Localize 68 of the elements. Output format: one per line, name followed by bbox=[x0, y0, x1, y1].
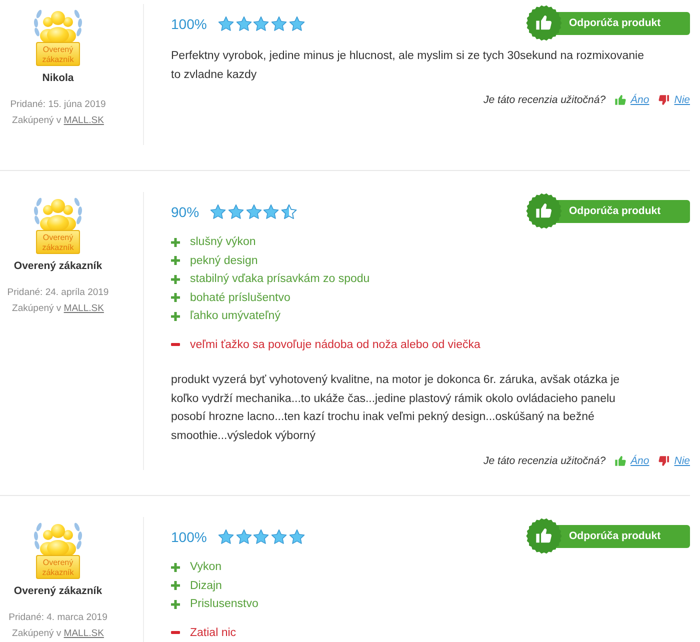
plus-icon bbox=[171, 600, 180, 609]
rating-percent: 100% bbox=[171, 15, 207, 33]
pro-text: pekný design bbox=[190, 254, 258, 267]
rating-percent: 100% bbox=[171, 528, 207, 546]
thumbs-up-icon bbox=[614, 456, 626, 466]
helpful-link[interactable]: Áno bbox=[630, 452, 650, 470]
minus-icon bbox=[171, 631, 180, 634]
star-icon bbox=[271, 529, 288, 545]
date-added: Pridané: 15. júna 2019 bbox=[10, 98, 106, 112]
half-star-icon bbox=[281, 204, 298, 220]
purchase-info: Zakúpený v MALL.SK bbox=[12, 302, 104, 316]
store-link[interactable]: MALL.SK bbox=[64, 114, 104, 126]
pro-text: Dizajn bbox=[190, 580, 222, 592]
plus-icon bbox=[171, 238, 180, 247]
pro-text: stabilný vďaka prísavkám zo spodu bbox=[190, 273, 370, 286]
laurel-people-icon bbox=[32, 196, 84, 230]
thumbs-up-icon bbox=[614, 95, 626, 105]
rating-percent: 90% bbox=[171, 203, 200, 221]
purchase-info: Zakúpený v MALL.SK bbox=[12, 114, 104, 128]
star-icon bbox=[289, 16, 305, 32]
star-icon bbox=[236, 16, 252, 32]
laurel-people-icon bbox=[32, 8, 84, 42]
thumbs-up-seal-icon bbox=[526, 518, 562, 554]
laurel-people-icon bbox=[32, 521, 84, 555]
con-text: Zatial nic bbox=[190, 626, 236, 639]
star-icon bbox=[253, 16, 270, 32]
author-name: Overený zákazník bbox=[14, 584, 102, 598]
con-text: veľmi ťažko sa povoľuje nádoba od noža alebo od viečka bbox=[190, 338, 480, 351]
star-icon bbox=[210, 204, 226, 220]
helpful-question: Je táto recenzia užitočná? bbox=[484, 454, 606, 469]
author-name: Nikola bbox=[42, 71, 74, 85]
minus-icon bbox=[171, 343, 180, 346]
plus-icon bbox=[171, 293, 180, 302]
pro-text: Prislusenstvo bbox=[190, 598, 258, 610]
pro-text: slušný výkon bbox=[190, 236, 256, 248]
pro-text: bohaté príslušentvo bbox=[190, 292, 290, 304]
author-name: Overený zákazník bbox=[14, 259, 102, 273]
thumbs-up-seal-icon bbox=[526, 5, 562, 41]
review-text: Perfektny vyrobok, jedine minus je hlucnost, ale myslim si ze tych 30sekund na rozmixovanie to zvladne kazdy bbox=[171, 49, 645, 82]
star-icon bbox=[289, 529, 305, 545]
pro-text: Vykon bbox=[190, 561, 222, 574]
store-link[interactable]: MALL.SK bbox=[64, 628, 104, 638]
helpful-question: Je táto recenzia užitočná? bbox=[484, 93, 606, 108]
pro-text: ľahko umývateľný bbox=[190, 310, 280, 322]
purchase-info: Zakúpený v MALL.SK bbox=[12, 626, 104, 640]
review-text: produkt vyzerá byť vyhotovený kvalitne, na motor je dokonca 6r. záruka, avšak otázka je koľko vydrží mechanika...to ukáže čas...jedine plastový rámik okolo ovládacieho panelu posobí hrozne lacno...ten kazí trochu inak veľmi pekný design...oskúšaný na bežné smoothie...výsledok výborný bbox=[171, 373, 621, 444]
plus-icon bbox=[171, 256, 180, 266]
plus-icon bbox=[171, 581, 180, 590]
not-helpful-link[interactable]: Nie bbox=[674, 91, 690, 109]
star-icon bbox=[246, 204, 262, 220]
thumbs-up-seal-icon bbox=[526, 193, 562, 229]
plus-icon bbox=[171, 312, 180, 321]
thumbs-down-icon bbox=[658, 95, 670, 105]
star-icon bbox=[218, 529, 234, 545]
store-link[interactable]: MALL.SK bbox=[64, 302, 104, 314]
star-icon bbox=[236, 529, 252, 545]
date-added: Pridané: 4. marca 2019 bbox=[8, 611, 108, 625]
star-icon bbox=[271, 16, 288, 32]
star-icon bbox=[263, 204, 280, 220]
date-added: Pridané: 24. apríla 2019 bbox=[7, 286, 109, 300]
helpful-link[interactable]: Áno bbox=[630, 91, 650, 109]
star-icon bbox=[253, 529, 270, 545]
plus-icon bbox=[171, 274, 180, 284]
star-icon bbox=[228, 204, 244, 220]
star-icon bbox=[218, 16, 234, 32]
thumbs-down-icon bbox=[658, 456, 670, 466]
plus-icon bbox=[171, 562, 180, 572]
not-helpful-link[interactable]: Nie bbox=[674, 452, 690, 470]
